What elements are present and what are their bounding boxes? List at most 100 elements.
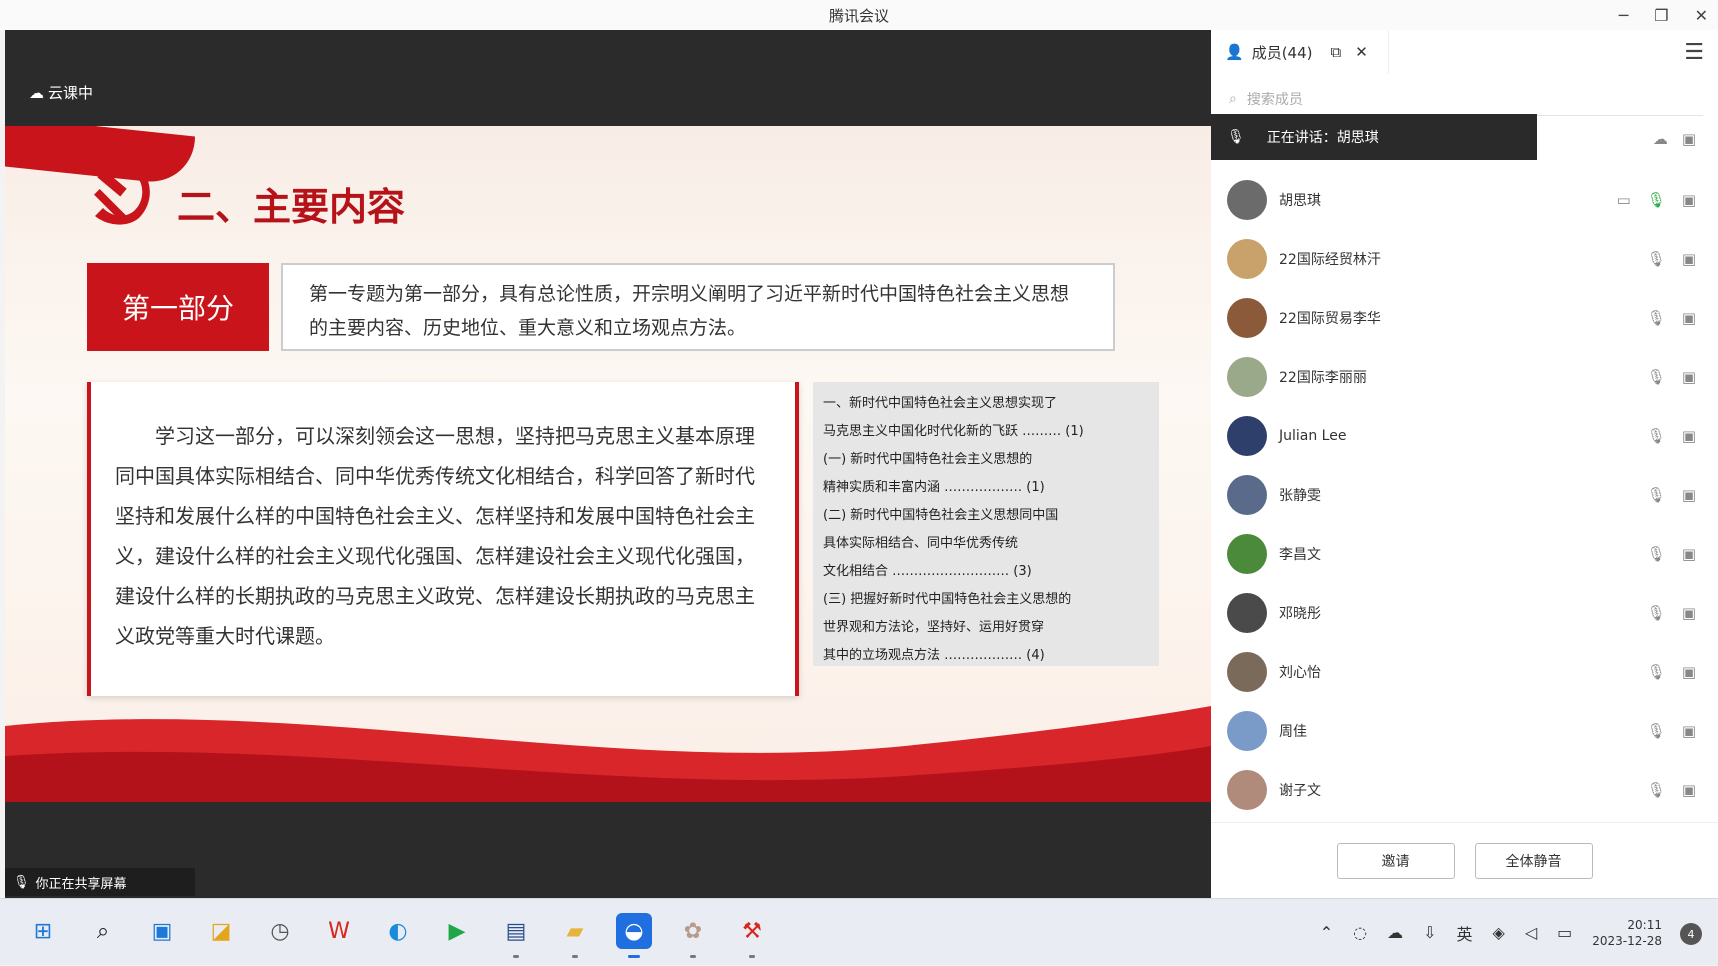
participant-row[interactable]: 邓晓彤 🎙 ▣ (1211, 583, 1718, 642)
mic-muted-icon[interactable]: 🎙 (1647, 663, 1666, 681)
camera-off-icon[interactable]: ▣ (1682, 781, 1696, 799)
mic-muted-icon[interactable]: 🎙 (1647, 427, 1666, 445)
part-description: 第一专题为第一部分，具有总论性质，开宗明义阐明了习近平新时代中国特色社会主义思想… (281, 263, 1115, 351)
mic-muted-icon[interactable]: 🎙 (1647, 604, 1666, 622)
file-explorer-icon[interactable]: ▰ (557, 913, 593, 949)
mic-muted-icon[interactable]: 🎙 (1647, 545, 1666, 563)
search-input[interactable]: 搜索成员 (1247, 89, 1303, 109)
windows-taskbar: ⊞ ⌕ ▣ ◪ ◷ W ◐ ▶ ▤ ▰ ◒ ✿ ⚒ ⌃ ◌ ☁ ⇩ 英 ◈ ◁ … (0, 898, 1718, 965)
toc-line: 一、新时代中国特色社会主义思想实现了 (823, 396, 1058, 411)
cloud-record-icon[interactable]: ☁ (1653, 130, 1668, 148)
avatar (1227, 533, 1267, 574)
panel-footer: 邀请 全体静音 (1211, 822, 1718, 898)
avatar (1227, 710, 1267, 751)
participant-row[interactable]: 22国际李丽丽 🎙 ▣ (1211, 347, 1718, 406)
menu-icon[interactable]: ☰ (1684, 40, 1704, 65)
participant-row[interactable]: 22国际经贸林汗 🎙 ▣ (1211, 229, 1718, 288)
wps-icon[interactable]: W (321, 913, 357, 949)
monitor-icon[interactable]: ▤ (498, 913, 534, 949)
popout-icon[interactable]: ⧉ (1330, 43, 1341, 61)
running-indicator (690, 955, 696, 958)
participant-status: 🎙 ▣ (1647, 604, 1696, 622)
camera-off-icon[interactable]: ▣ (1682, 722, 1696, 740)
close-button[interactable]: ✕ (1695, 6, 1708, 25)
invite-button[interactable]: 邀请 (1336, 842, 1455, 879)
participant-name: Julian Lee (1279, 427, 1347, 444)
notes-icon[interactable]: ◪ (203, 913, 239, 949)
cloud-icon: ☁ (29, 83, 44, 102)
player-icon[interactable]: ▶ (439, 913, 475, 949)
mic-muted-icon[interactable]: 🎙 (1647, 309, 1666, 327)
window-titlebar: 腾讯会议 ─ ❐ ✕ (0, 0, 1718, 30)
search-icon[interactable]: ⌕ (85, 913, 121, 949)
participant-name: 22国际贸易李华 (1279, 310, 1381, 327)
mic-muted-icon[interactable]: 🎙 (1647, 722, 1666, 740)
mute-all-button[interactable]: 全体静音 (1474, 842, 1593, 879)
camera-off-icon[interactable]: ▣ (1682, 368, 1696, 386)
desktop-icon[interactable]: ▣ (144, 913, 180, 949)
part-badge: 第一部分 (87, 263, 269, 351)
maximize-button[interactable]: ❐ (1654, 6, 1668, 25)
camera-off-icon[interactable]: ▣ (1682, 191, 1696, 209)
participant-name: 周佳 (1279, 723, 1307, 740)
ime-indicator[interactable]: 英 (1456, 921, 1472, 945)
volume-icon[interactable]: ◁ (1525, 923, 1537, 942)
usb-icon[interactable]: ⇩ (1423, 923, 1436, 942)
camera-off-icon[interactable]: ▣ (1682, 604, 1696, 622)
edge-icon[interactable]: ◐ (380, 913, 416, 949)
tools-icon[interactable]: ⚒ (734, 913, 770, 949)
clock-app-icon[interactable]: ◷ (262, 913, 298, 949)
speaking-mic-icon: 🎙 (1227, 129, 1245, 145)
participant-row[interactable]: 胡思琪 ▭ 🎙 ▣ (1211, 170, 1718, 229)
mic-on-icon[interactable]: 🎙 (1647, 191, 1666, 209)
participant-list: 胡思琪 ▭ 🎙 ▣ 22国际经贸林汗 🎙 ▣ 22国际贸易李华 🎙 ▣ 22国际李丽… (1211, 170, 1718, 819)
notification-badge[interactable]: 4 (1680, 923, 1702, 945)
minimize-button[interactable]: ─ (1619, 6, 1629, 25)
cloud-icon[interactable]: ☁ (1387, 923, 1403, 942)
wifi-icon[interactable]: ◈ (1493, 923, 1505, 942)
participant-row[interactable]: 谢子文 🎙 ▣ (1211, 760, 1718, 819)
tencent-meeting-icon[interactable]: ◒ (616, 913, 652, 949)
mic-muted-icon[interactable]: 🎙 (1647, 486, 1666, 504)
camera-off-icon[interactable]: ▣ (1682, 130, 1696, 148)
participant-row[interactable]: 刘心怡 🎙 ▣ (1211, 642, 1718, 701)
participant-status: 🎙 ▣ (1647, 781, 1696, 799)
toc-line: (三) 把握好新时代中国特色社会主义思想的 (823, 592, 1072, 607)
camera-off-icon[interactable]: ▣ (1682, 427, 1696, 445)
windows-start-icon[interactable]: ⊞ (25, 913, 61, 949)
avatar (1227, 238, 1267, 279)
participant-row[interactable]: 李昌文 🎙 ▣ (1211, 524, 1718, 583)
toc-line: 文化相结合 ……………………… (3) (823, 564, 1032, 579)
participant-row[interactable]: Julian Lee 🎙 ▣ (1211, 406, 1718, 465)
mic-muted-icon[interactable]: 🎙 (1647, 250, 1666, 268)
participant-name: 邓晓彤 (1279, 605, 1321, 622)
participant-name: 张静雯 (1279, 487, 1321, 504)
participant-row[interactable]: 张静雯 🎙 ▣ (1211, 465, 1718, 524)
camera-off-icon[interactable]: ▣ (1682, 309, 1696, 327)
toc-line: 世界观和方法论，坚持好、运用好贯穿 (823, 620, 1045, 635)
host-controls: ☁ ▣ (1653, 130, 1696, 148)
active-indicator (628, 955, 640, 958)
avatar (1227, 651, 1267, 692)
clock[interactable]: 20:11 2023-12-28 (1592, 917, 1662, 949)
camera-off-icon[interactable]: ▣ (1682, 663, 1696, 681)
toc-line: (一) 新时代中国特色社会主义思想的 (823, 452, 1033, 467)
camera-off-icon[interactable]: ▣ (1682, 250, 1696, 268)
participant-name: 谢子文 (1279, 782, 1321, 799)
member-search[interactable]: ⌕ 搜索成员 (1225, 82, 1703, 116)
tray-app-icon[interactable]: ◌ (1353, 923, 1367, 942)
participant-row[interactable]: 22国际贸易李华 🎙 ▣ (1211, 288, 1718, 347)
pinwheel-icon[interactable]: ✿ (675, 913, 711, 949)
participant-row[interactable]: 周佳 🎙 ▣ (1211, 701, 1718, 760)
participant-status: ▭ 🎙 ▣ (1617, 191, 1696, 209)
chevron-up-icon[interactable]: ⌃ (1320, 923, 1333, 942)
camera-off-icon[interactable]: ▣ (1682, 486, 1696, 504)
toc-line: 马克思主义中国化时代化新的飞跃 ……… (1) (823, 424, 1084, 439)
mic-muted-icon[interactable]: 🎙 (1647, 368, 1666, 386)
mic-muted-icon[interactable]: 🎙 (1647, 781, 1666, 799)
camera-off-icon[interactable]: ▣ (1682, 545, 1696, 563)
tab-members[interactable]: 👤 成员(44) ⧉ ✕ (1225, 30, 1389, 74)
battery-icon[interactable]: ▭ (1557, 923, 1572, 942)
screen-share-indicator[interactable]: 🎙 你正在共享屏幕 (5, 868, 195, 896)
close-panel-icon[interactable]: ✕ (1355, 43, 1368, 61)
